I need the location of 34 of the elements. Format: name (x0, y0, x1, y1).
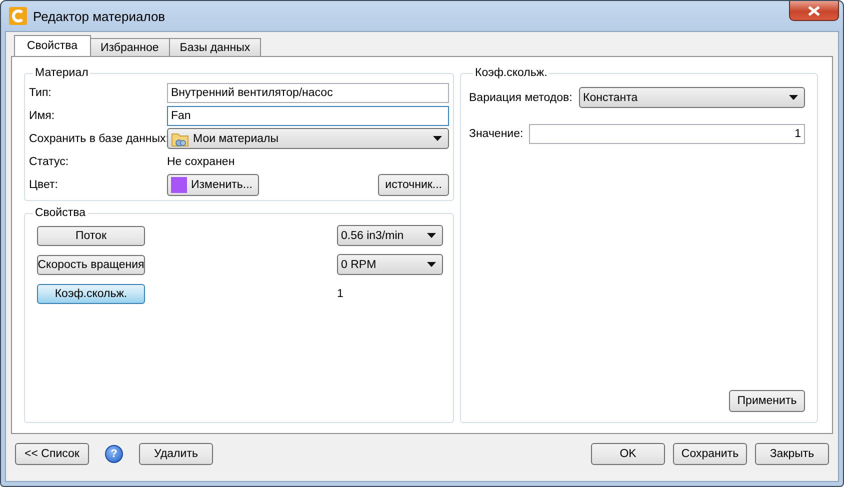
group-title: Коэф.скольж. (474, 67, 548, 79)
tab[interactable]: Свойства (14, 35, 90, 56)
method-dropdown[interactable]: Константа (579, 87, 805, 108)
property-value: 1 (337, 288, 344, 300)
method-label: Вариация методов: (469, 92, 574, 104)
property-button[interactable]: Поток (37, 226, 145, 246)
value-label: Значение: (469, 128, 524, 140)
unit-dropdown[interactable]: 0.56 in3/min (337, 225, 443, 246)
group-title: Свойства (34, 207, 86, 219)
text-field[interactable]: Внутренний вентилятор/насос (167, 82, 449, 102)
text-field[interactable]: Fan (167, 106, 449, 126)
dialog-button[interactable]: Закрыть (755, 443, 829, 465)
dialog-button[interactable]: OK (591, 443, 665, 465)
tab[interactable]: Избранное (90, 38, 170, 56)
database-dropdown[interactable]: Мои материалы (167, 128, 449, 149)
field-label: Сохранить в базе данных: (29, 132, 167, 144)
change-color-button[interactable]: Изменить... (167, 174, 260, 196)
status-value: Не сохранен (167, 156, 236, 168)
property-button[interactable]: Коэф.скольж. (37, 284, 145, 304)
value-field[interactable]: 1 (529, 124, 805, 144)
window-title: Редактор материалов (33, 8, 166, 24)
field-label: Тип: (29, 86, 52, 98)
dialog-button[interactable]: Сохранить (673, 443, 747, 465)
field-label: Статус: (29, 156, 70, 168)
list-button[interactable]: << Список (15, 443, 89, 465)
delete-button[interactable]: Удалить (139, 443, 213, 465)
apply-button[interactable]: Применить (729, 390, 805, 412)
unit-dropdown[interactable]: 0 RPM (337, 254, 443, 275)
tab[interactable]: Базы данных (168, 38, 262, 56)
property-button[interactable]: Скорость вращения (37, 254, 145, 274)
source-button[interactable]: источник... (378, 174, 449, 196)
group-title: Материал (34, 67, 90, 79)
field-label: Имя: (29, 110, 56, 122)
field-label: Цвет: (29, 178, 59, 190)
